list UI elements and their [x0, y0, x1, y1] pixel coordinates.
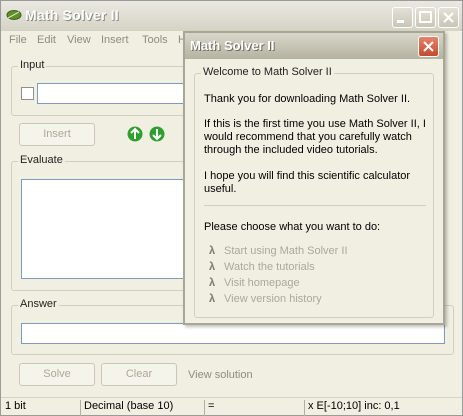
option-watch-tutorials[interactable]: λ Watch the tutorials [209, 261, 315, 273]
close-button[interactable] [438, 7, 459, 28]
minimize-icon [397, 20, 404, 23]
welcome-dialog: Math Solver II Welcome to Math Solver II… [183, 31, 445, 325]
welcome-group-label: Welcome to Math Solver II [201, 66, 334, 78]
menu-tools[interactable]: Tools [142, 34, 168, 46]
status-bits: 1 bit [5, 400, 26, 412]
view-solution-link[interactable]: View solution [188, 369, 253, 381]
menu-edit[interactable]: Edit [37, 34, 56, 46]
option-version-history[interactable]: λ View version history [209, 293, 322, 305]
lambda-icon: λ [209, 277, 216, 289]
option-start-using[interactable]: λ Start using Math Solver II [209, 245, 348, 257]
dialog-title-bar[interactable]: Math Solver II [185, 33, 443, 59]
divider [204, 205, 426, 206]
maximize-button[interactable] [415, 7, 436, 28]
lambda-icon: λ [209, 261, 216, 273]
option-label: View version history [224, 293, 322, 305]
window-title: Math Solver II [25, 7, 119, 23]
option-label: Start using Math Solver II [224, 245, 348, 257]
status-equals: = [204, 400, 304, 416]
clear-button[interactable]: Clear [101, 363, 177, 386]
option-label: Watch the tutorials [224, 261, 315, 273]
status-bar: 1 bit Decimal (base 10) = x E[-10;10] in… [1, 397, 462, 416]
option-visit-homepage[interactable]: λ Visit homepage [209, 277, 300, 289]
close-icon [443, 12, 454, 23]
solve-button[interactable]: Solve [19, 363, 95, 386]
welcome-group: Welcome to Math Solver II Thank you for … [194, 66, 434, 318]
close-icon [423, 41, 434, 52]
dialog-title: Math Solver II [190, 38, 275, 53]
menu-insert[interactable]: Insert [101, 34, 129, 46]
status-range: x E[-10;10] inc: 0,1 [304, 400, 460, 416]
arrow-down-icon[interactable] [149, 126, 165, 142]
option-label: Visit homepage [224, 277, 300, 289]
status-base: Decimal (base 10) [80, 400, 204, 416]
insert-button[interactable]: Insert [19, 123, 95, 146]
input-checkbox[interactable] [21, 87, 34, 100]
thanks-text: Thank you for downloading Math Solver II… [204, 93, 411, 105]
menu-file[interactable]: File [9, 34, 27, 46]
minimize-button[interactable] [392, 7, 413, 28]
arrow-up-icon[interactable] [127, 126, 143, 142]
evaluate-group-label: Evaluate [18, 154, 65, 166]
answer-field[interactable] [21, 323, 445, 344]
menu-view[interactable]: View [67, 34, 91, 46]
recommend-text: If this is the first time you use Math S… [204, 118, 426, 156]
dialog-close-button[interactable] [418, 36, 439, 57]
lambda-icon: λ [209, 245, 216, 257]
choose-text: Please choose what you want to do: [204, 221, 381, 233]
input-group-label: Input [18, 59, 47, 71]
lambda-icon: λ [209, 293, 216, 305]
title-bar[interactable]: Math Solver II [1, 1, 462, 31]
answer-group-label: Answer [18, 298, 59, 310]
hope-text: I hope you will find this scientific cal… [204, 170, 411, 195]
app-leaf-icon [6, 10, 22, 20]
maximize-icon [419, 11, 432, 23]
